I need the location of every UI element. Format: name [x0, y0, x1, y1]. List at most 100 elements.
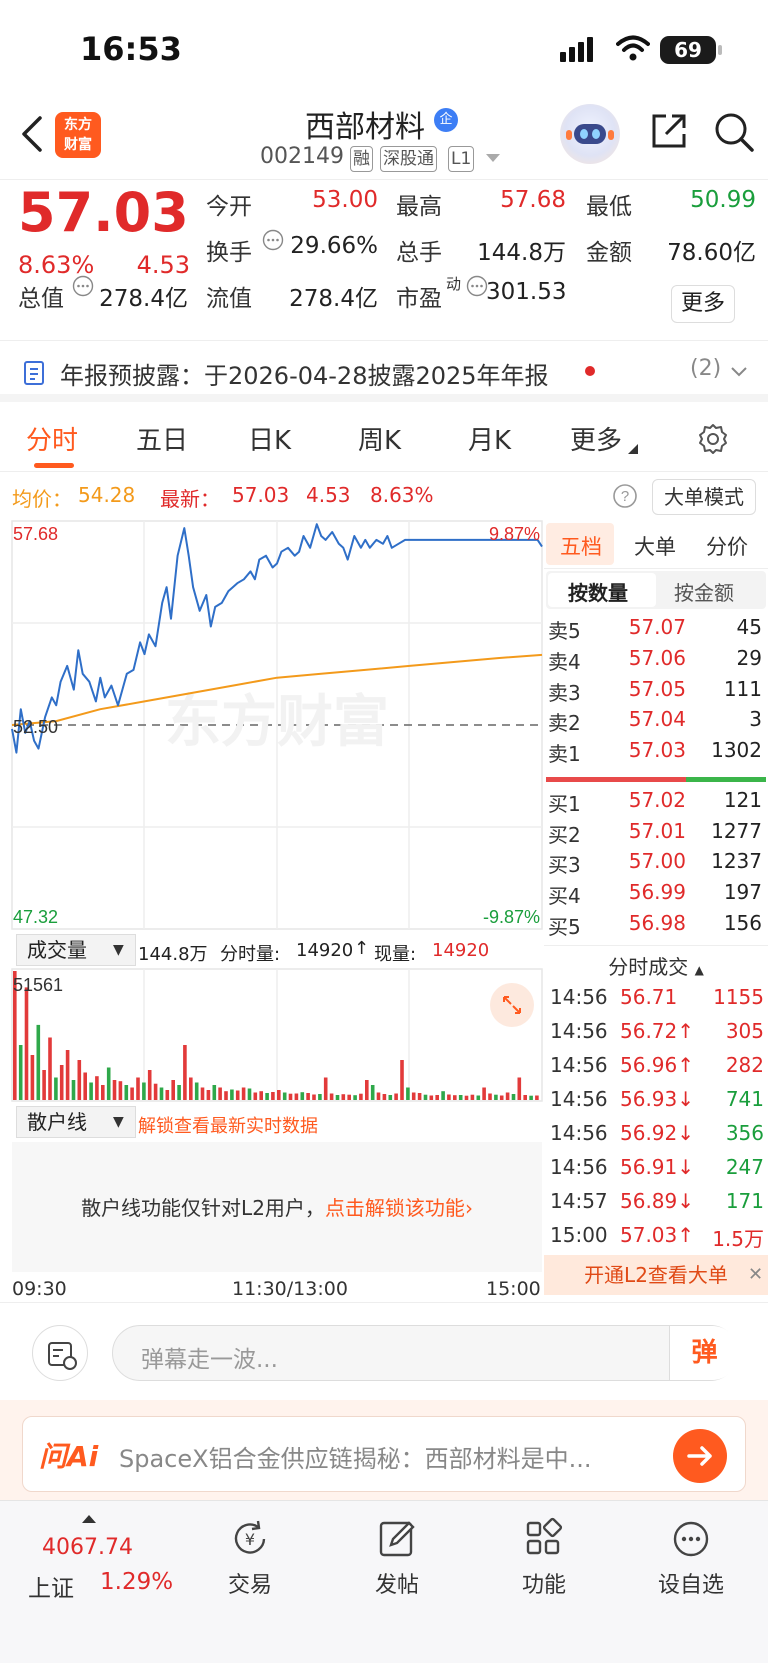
share-icon[interactable] — [648, 110, 690, 152]
volume-bar — [77, 1060, 82, 1100]
ask-volume: 3 — [749, 707, 762, 731]
period-volume-label: 分时量: — [220, 944, 281, 965]
bid-volume: 197 — [723, 880, 762, 904]
l2-banner-text: 开通L2查看大单 — [584, 1263, 728, 1287]
sz-connect-tag: 深股通 — [380, 146, 437, 172]
tick-row: 14:57 56.89↓ 171 — [544, 1189, 768, 1223]
volume-bar — [406, 1087, 410, 1100]
level-tag: L1 — [448, 146, 475, 172]
volume-bar — [494, 1094, 498, 1100]
search-icon[interactable] — [712, 110, 756, 154]
settings-icon[interactable] — [696, 422, 730, 456]
tick-volume: 305 — [725, 1019, 764, 1043]
nav-functions-label: 功能 — [521, 1573, 566, 1598]
volume-bar — [48, 1037, 52, 1100]
y-min-label: 47.32 — [13, 907, 58, 927]
ticks-header[interactable]: 分时成交 ▲ — [544, 951, 768, 980]
latest-price-label: 最新： — [160, 487, 220, 511]
ai-go-button[interactable] — [673, 1429, 727, 1483]
ai-robot-avatar[interactable] — [560, 104, 620, 164]
ask-row: 卖2 57.04 3 — [544, 707, 768, 739]
order-book-panel: 五档 大单 分价 按数量 按金额 卖5 57.07 45 卖4 57.06 29 卖3 5… — [544, 519, 768, 1295]
nav-post[interactable]: 发帖 — [347, 1517, 447, 1599]
unlock-link[interactable]: 点击解锁该功能 — [325, 1196, 465, 1220]
nav-customize[interactable]: 设自选 — [641, 1517, 741, 1599]
tab-price-distribution[interactable]: 分价 — [706, 531, 748, 561]
total-cap-value: 278.4亿 — [99, 286, 188, 312]
volume-bar — [36, 1024, 41, 1100]
ai-question-card[interactable]: 问Ai SpaceX铝合金供应链揭秘：西部材料是中... — [22, 1416, 746, 1492]
volume-bar — [206, 1090, 211, 1100]
latest-price-value: 57.03 — [232, 483, 290, 507]
subtab-by-amount[interactable]: 按金额 — [674, 577, 734, 606]
tab-five-day[interactable]: 五日 — [136, 420, 188, 457]
chevron-down-icon[interactable] — [486, 154, 500, 162]
volume-bar — [194, 1082, 199, 1100]
help-icon[interactable]: ? — [612, 483, 638, 509]
volume-bar — [300, 1092, 305, 1100]
float-cap-value: 278.4亿 — [289, 286, 378, 312]
nav-trade[interactable]: ¥ 交易 — [200, 1517, 300, 1599]
volume-bar — [118, 1081, 123, 1100]
retail-line-select[interactable]: 散户线 ▼ — [16, 1106, 136, 1138]
volume-bar — [370, 1085, 375, 1100]
volume-bar — [54, 1077, 58, 1100]
indicator-select[interactable]: 成交量 ▼ — [16, 934, 136, 966]
tab-five-levels[interactable]: 五档 — [560, 531, 602, 561]
volume-bar — [189, 1077, 193, 1100]
more-button[interactable]: 更多 — [671, 285, 735, 323]
volume-bar — [329, 1093, 334, 1100]
tick-price: 56.91↓ — [620, 1155, 695, 1179]
tab-monthly-k[interactable]: 月K — [468, 420, 511, 457]
ask-row: 卖5 57.07 45 — [544, 615, 768, 647]
volume-bar — [265, 1093, 269, 1100]
volume-bar — [453, 1095, 457, 1100]
ai-banner-area: 问Ai SpaceX铝合金供应链揭秘：西部材料是中... — [0, 1400, 768, 1500]
volume-bar — [230, 1089, 234, 1100]
big-order-mode-button[interactable]: 大单模式 — [652, 479, 756, 515]
danmu-input[interactable]: 弹幕走一波... 弹 — [112, 1325, 739, 1381]
pe-label: 市盈 — [396, 286, 442, 312]
svg-text:¥: ¥ — [245, 1530, 255, 1549]
bid-price: 56.99 — [628, 880, 686, 904]
status-time: 16:53 — [80, 30, 182, 68]
annual-report-notice[interactable]: 年报预披露：于2026-04-28披露2025年年报 (2) — [0, 342, 768, 402]
tab-weekly-k[interactable]: 周K — [358, 420, 401, 457]
unlock-hint[interactable]: 解锁查看最新实时数据 — [138, 1112, 318, 1138]
tick-time: 14:56 — [550, 1019, 608, 1043]
open-value: 53.00 — [312, 187, 378, 213]
bid-row: 买3 57.00 1237 — [544, 849, 768, 881]
tick-price: 56.89↓ — [620, 1189, 695, 1213]
send-danmu-button[interactable]: 弹 — [669, 1326, 739, 1380]
bid-price: 56.98 — [628, 911, 686, 935]
high-value: 57.68 — [500, 187, 566, 213]
open-l2-banner[interactable]: 开通L2查看大单 ✕ — [544, 1255, 768, 1295]
tab-more[interactable]: 更多 — [570, 420, 622, 457]
subtab-by-quantity[interactable]: 按数量 — [568, 577, 628, 606]
tab-big-orders[interactable]: 大单 — [634, 531, 676, 561]
quote-panel: 57.03 8.63% 4.53 今开 53.00 最高 57.68 最低 50… — [0, 181, 768, 341]
nav-functions[interactable]: 功能 — [494, 1517, 594, 1599]
ai-question-text: SpaceX铝合金供应链揭秘：西部材料是中... — [119, 1445, 592, 1473]
expand-icon[interactable] — [490, 983, 534, 1027]
tick-price: 57.03↑ — [620, 1223, 695, 1247]
volume-bar — [488, 1093, 492, 1100]
back-icon[interactable] — [18, 114, 48, 154]
volume-bar — [429, 1095, 434, 1100]
danmu-settings-button[interactable] — [32, 1325, 88, 1381]
tick-time: 14:56 — [550, 1121, 608, 1145]
tick-price: 56.92↓ — [620, 1121, 695, 1145]
ask-label: 卖3 — [548, 681, 581, 705]
tab-daily-k[interactable]: 日K — [248, 420, 291, 457]
tab-intraday[interactable]: 分时 — [26, 420, 78, 457]
app-logo[interactable]: 东方财富 — [55, 112, 101, 158]
index-change-pct: 1.29% — [100, 1569, 174, 1595]
battery-icon: 69 — [660, 36, 716, 64]
close-icon[interactable]: ✕ — [748, 1255, 763, 1295]
trade-icon: ¥ — [234, 1520, 266, 1554]
bid-volume: 1237 — [711, 849, 762, 873]
chevron-down-icon[interactable] — [730, 366, 748, 378]
pe-superscript: 动 — [446, 275, 462, 293]
ask-price: 57.07 — [628, 615, 686, 639]
stock-name[interactable]: 西部材料 — [305, 102, 425, 146]
